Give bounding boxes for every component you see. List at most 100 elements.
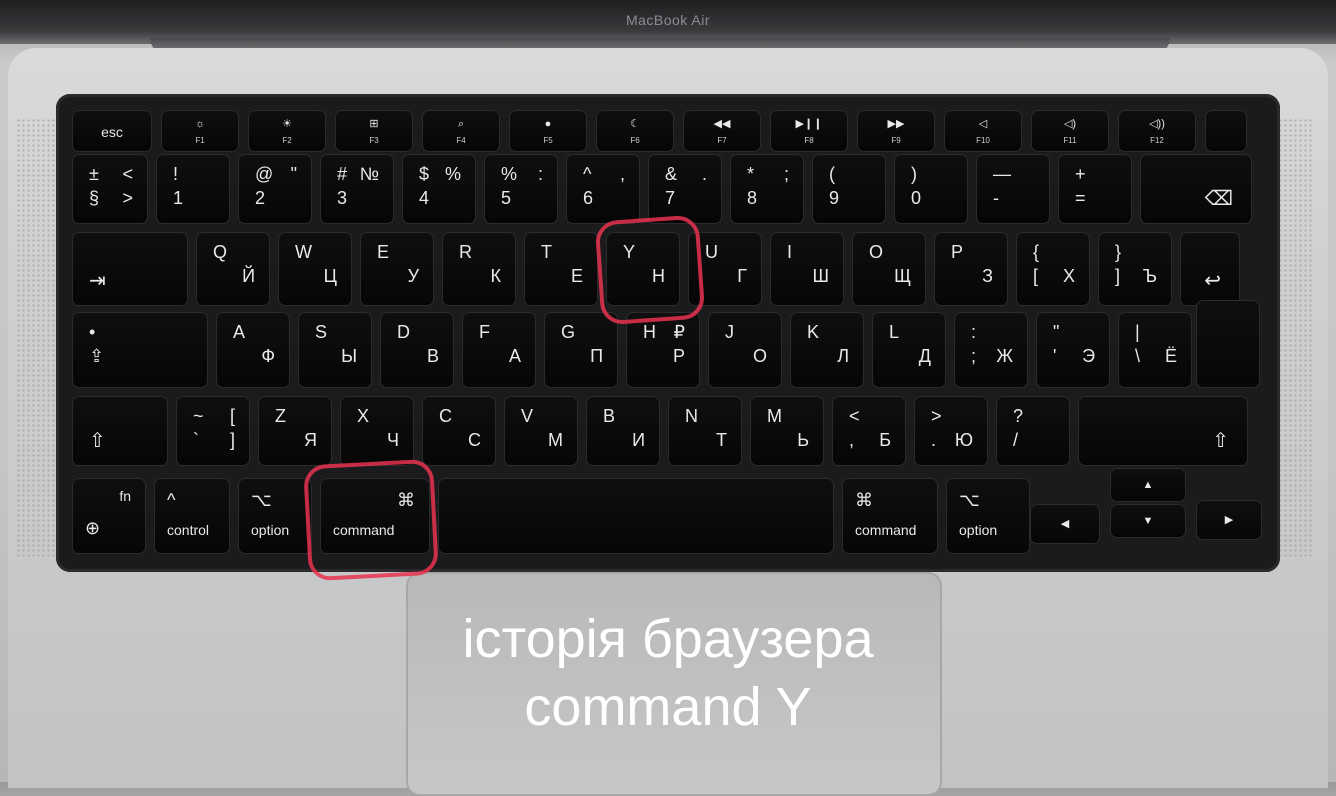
key-f6[interactable]: ☾ F6 xyxy=(596,110,674,152)
key-legend-primary: H xyxy=(643,322,656,342)
key-8[interactable]: * 8; xyxy=(730,154,804,224)
up-arrow-key[interactable]: ▲ xyxy=(1110,468,1186,502)
key-lbracket[interactable]: {[Х xyxy=(1016,232,1090,306)
rewind-icon: ◀◀ xyxy=(713,118,731,130)
key-5[interactable]: % 5: xyxy=(484,154,558,224)
key-f1[interactable]: ☼ F1 xyxy=(161,110,239,152)
key-m[interactable]: MЬ xyxy=(750,396,824,466)
key-d[interactable]: DВ xyxy=(380,312,454,388)
key-rbracket[interactable]: }] Ъ xyxy=(1098,232,1172,306)
key-2[interactable]: @2 " xyxy=(238,154,312,224)
key-9[interactable]: (9 xyxy=(812,154,886,224)
key-section[interactable]: ± § < > xyxy=(72,154,148,224)
control-icon: ^ xyxy=(167,490,176,510)
key-legend-cyrillic: Ё xyxy=(1164,346,1177,366)
key-equal[interactable]: + = xyxy=(1058,154,1132,224)
key-f3[interactable]: ⊞ F3 xyxy=(335,110,413,152)
key-f5[interactable]: ● F5 xyxy=(509,110,587,152)
key-capslock[interactable]: • ⇪ xyxy=(72,312,208,388)
key-fn[interactable]: fn ⊕ xyxy=(72,478,146,554)
key-option-right[interactable]: ⌥ option xyxy=(946,478,1030,554)
key-rshift[interactable]: ⇧ xyxy=(1078,396,1248,466)
key-h[interactable]: H ₽ Р xyxy=(626,312,700,388)
key-a[interactable]: AФ xyxy=(216,312,290,388)
key-7[interactable]: & 7. xyxy=(648,154,722,224)
key-c[interactable]: CС xyxy=(422,396,496,466)
key-return[interactable]: ↩ xyxy=(1180,232,1240,306)
key-legend-secondary: \ xyxy=(1135,346,1141,366)
key-esc[interactable]: esc xyxy=(72,110,152,152)
key-e[interactable]: EУ xyxy=(360,232,434,306)
key-r[interactable]: RК xyxy=(442,232,516,306)
key-space[interactable] xyxy=(438,478,834,554)
key-control[interactable]: ^ control xyxy=(154,478,230,554)
key-touchid[interactable] xyxy=(1205,110,1247,152)
key-w[interactable]: WЦ xyxy=(278,232,352,306)
key-legend-secondary: 8 xyxy=(747,188,758,208)
key-i[interactable]: IШ xyxy=(770,232,844,306)
key-4[interactable]: $4% xyxy=(402,154,476,224)
key-6[interactable]: ^ 6, xyxy=(566,154,640,224)
key-1[interactable]: ! 1 xyxy=(156,154,230,224)
command-key-highlight-circle xyxy=(303,458,439,582)
key-tilde[interactable]: ~ ` [] xyxy=(176,396,250,466)
key-label: esc xyxy=(101,124,123,140)
key-p[interactable]: PЗ xyxy=(934,232,1008,306)
key-comma[interactable]: <, Б xyxy=(832,396,906,466)
key-label: option xyxy=(251,522,290,538)
spotlight-icon: ⌕ xyxy=(457,118,465,130)
key-legend-primary: + xyxy=(1075,164,1086,184)
key-legend-primary: * xyxy=(747,164,755,184)
key-b[interactable]: BИ xyxy=(586,396,660,466)
key-f2[interactable]: ☀ F2 xyxy=(248,110,326,152)
key-command-right[interactable]: ⌘ command xyxy=(842,478,938,554)
key-label: F1 xyxy=(195,136,205,145)
key-t[interactable]: TЕ xyxy=(524,232,598,306)
key-f9[interactable]: ▶▶ F9 xyxy=(857,110,935,152)
key-f11[interactable]: ◁) F11 xyxy=(1031,110,1109,152)
key-legend-cyrillic: Й xyxy=(242,266,255,286)
y-key-highlight-circle xyxy=(594,214,706,326)
key-return-lower[interactable] xyxy=(1196,300,1260,388)
key-j[interactable]: JО xyxy=(708,312,782,388)
key-quote[interactable]: " ' Э xyxy=(1036,312,1110,388)
key-delete[interactable]: ⌫ xyxy=(1140,154,1252,224)
key-option-left[interactable]: ⌥ option xyxy=(238,478,312,554)
key-legend-alt: . xyxy=(701,164,707,184)
key-period[interactable]: >. Ю xyxy=(914,396,988,466)
key-backslash[interactable]: | \ Ё xyxy=(1118,312,1192,388)
key-slash[interactable]: ? / xyxy=(996,396,1070,466)
key-label: F5 xyxy=(543,136,553,145)
key-o[interactable]: OЩ xyxy=(852,232,926,306)
down-arrow-key[interactable]: ▼ xyxy=(1110,504,1186,538)
key-label: F10 xyxy=(976,136,990,145)
key-f7[interactable]: ◀◀ F7 xyxy=(683,110,761,152)
key-0[interactable]: ) 0 xyxy=(894,154,968,224)
brightness-down-icon: ☼ xyxy=(194,118,206,130)
key-s[interactable]: SЫ xyxy=(298,312,372,388)
key-z[interactable]: ZЯ xyxy=(258,396,332,466)
key-label: F8 xyxy=(804,136,814,145)
key-tab[interactable]: ⇥ xyxy=(72,232,188,306)
key-f4[interactable]: ⌕ F4 xyxy=(422,110,500,152)
key-n[interactable]: NТ xyxy=(668,396,742,466)
key-legend-primary: ! xyxy=(173,164,179,184)
key-f8[interactable]: ▶❙❙ F8 xyxy=(770,110,848,152)
key-k[interactable]: KЛ xyxy=(790,312,864,388)
key-l[interactable]: LД xyxy=(872,312,946,388)
key-x[interactable]: XЧ xyxy=(340,396,414,466)
left-arrow-key[interactable]: ◀ xyxy=(1030,504,1100,544)
key-v[interactable]: VМ xyxy=(504,396,578,466)
key-q[interactable]: QЙ xyxy=(196,232,270,306)
key-3[interactable]: #3 № xyxy=(320,154,394,224)
key-g[interactable]: GП xyxy=(544,312,618,388)
right-arrow-key[interactable]: ▶ xyxy=(1196,500,1262,540)
key-legend-secondary: . xyxy=(931,430,937,450)
key-legend-cyrillic: > xyxy=(122,188,133,208)
key-f12[interactable]: ◁)) F12 xyxy=(1118,110,1196,152)
key-minus[interactable]: — - xyxy=(976,154,1050,224)
key-f[interactable]: FА xyxy=(462,312,536,388)
key-semicolon[interactable]: :; Ж xyxy=(954,312,1028,388)
key-lshift[interactable]: ⇧ xyxy=(72,396,168,466)
key-f10[interactable]: ◁ F10 xyxy=(944,110,1022,152)
